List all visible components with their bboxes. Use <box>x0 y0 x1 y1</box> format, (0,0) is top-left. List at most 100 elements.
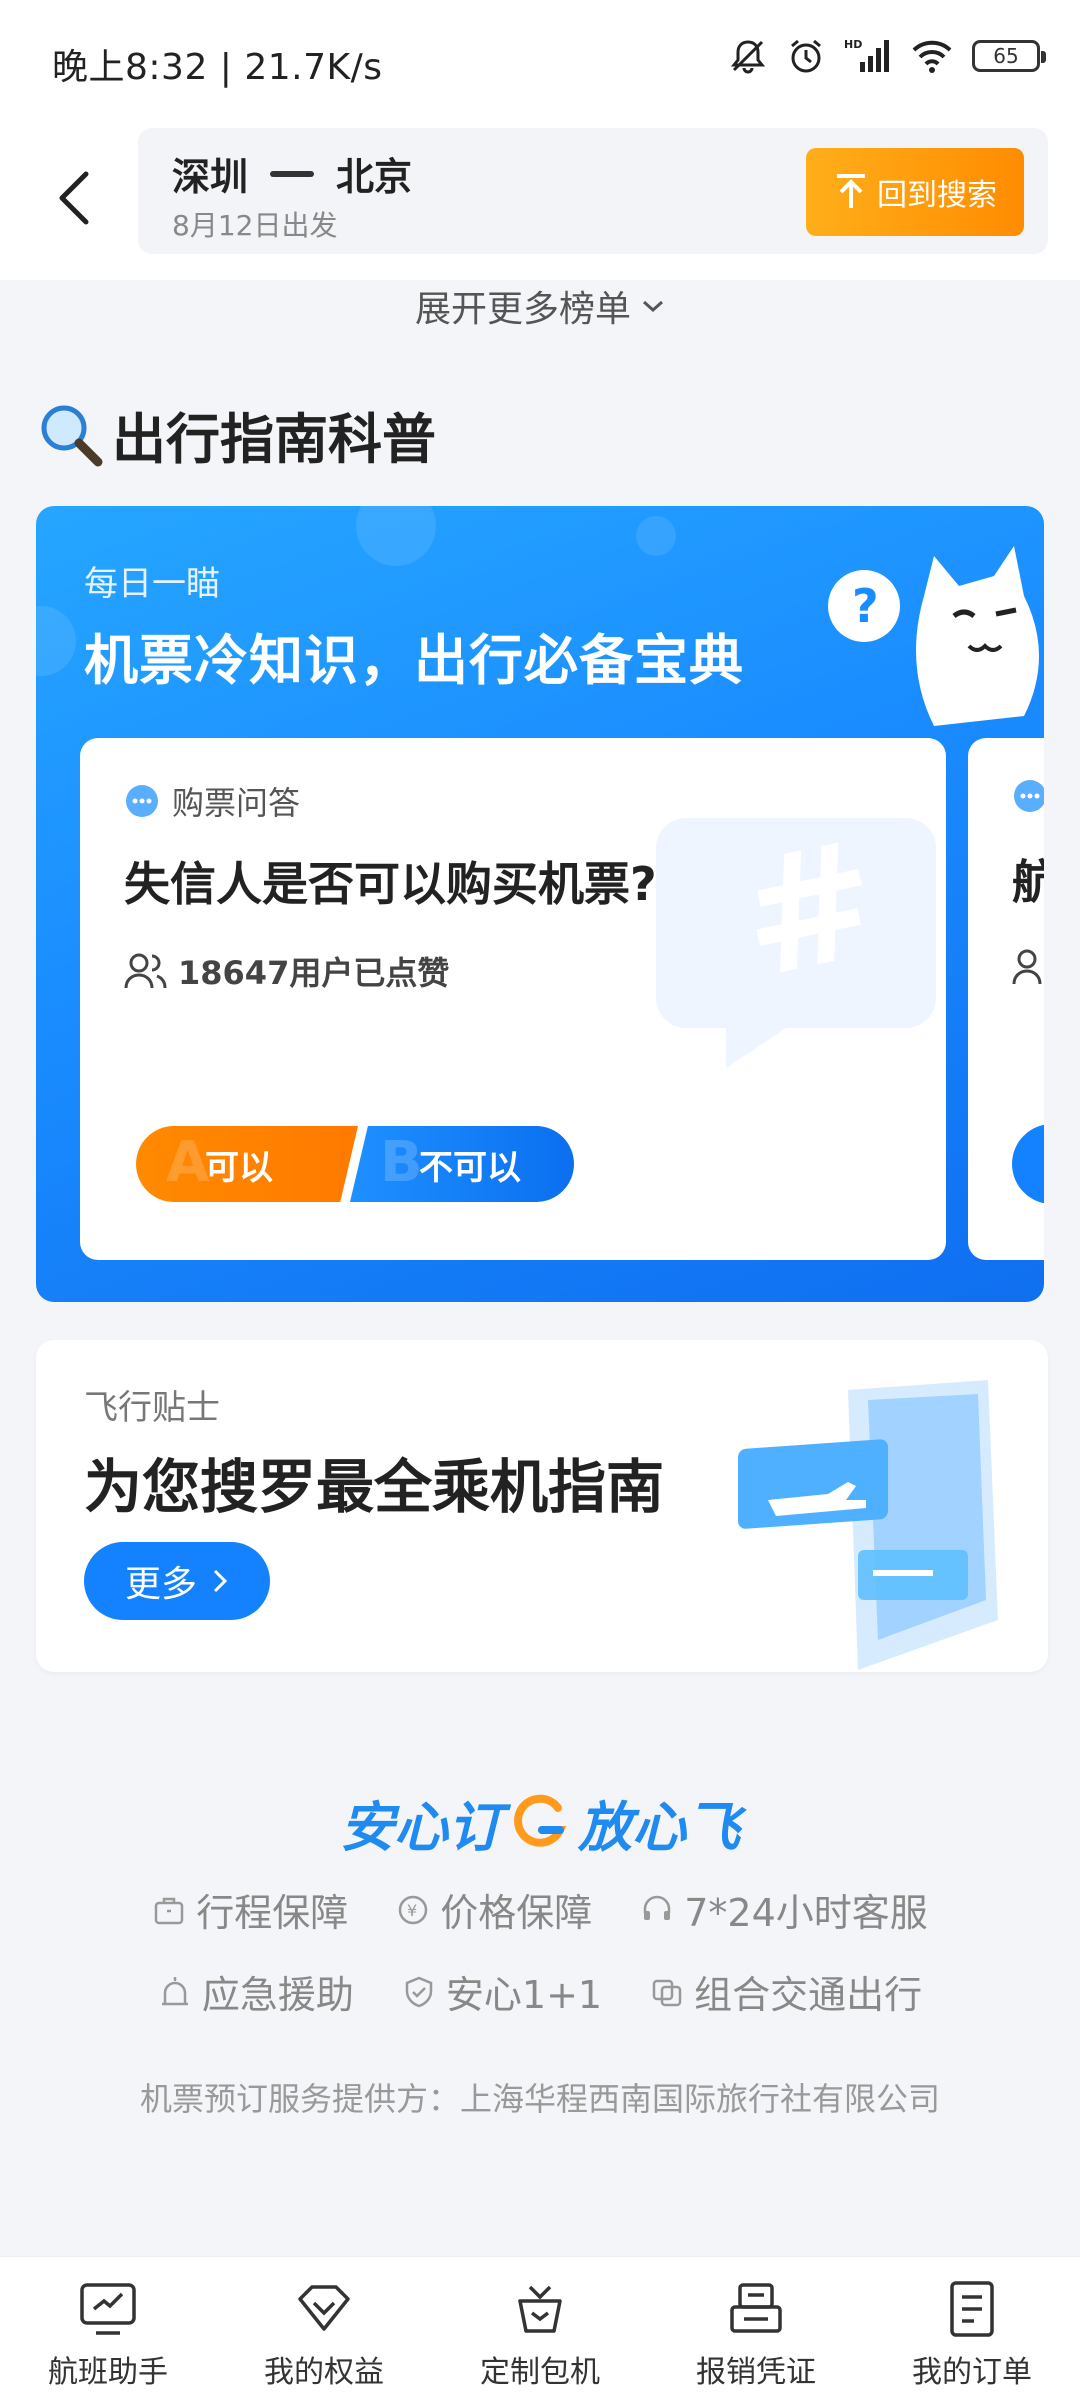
from-city: 深圳 <box>172 155 249 199</box>
answer-no-button[interactable]: B 不可以 <box>350 1126 574 1202</box>
users-icon <box>124 953 167 989</box>
answer-button-next[interactable] <box>1012 1124 1044 1204</box>
shield-check-icon <box>405 1976 433 2007</box>
assurance-item: 组合交通出行 <box>650 1964 922 2019</box>
charter-icon <box>518 2285 562 2333</box>
assurance-row-2: 应急援助 安心1+1 组合交通出行 <box>0 1964 1080 2019</box>
assurance-item: 安心1+1 <box>402 1964 602 2019</box>
back-to-search-button[interactable]: 回到搜索 <box>806 148 1024 236</box>
answer-no-label: 不可以 <box>419 1147 521 1188</box>
letter-b: B <box>380 1130 423 1195</box>
letter-a: A <box>166 1130 210 1195</box>
expand-more-lists[interactable]: 展开更多榜单 <box>0 278 1080 334</box>
nav-label: 航班助手 <box>48 2355 168 2390</box>
qa-tag-label: 购票问答 <box>172 784 301 822</box>
tips-subtitle: 飞行贴士 <box>84 1388 220 1428</box>
nav-label: 我的权益 <box>264 2355 384 2390</box>
signal-icon: HD <box>844 36 892 76</box>
answer-yes-label: 可以 <box>205 1147 273 1188</box>
briefcase-icon <box>154 1897 184 1924</box>
headset-icon <box>644 1895 671 1920</box>
tips-title: 为您搜罗最全乘机指南 <box>84 1453 665 1521</box>
boarding-guide-illustration-icon <box>738 1380 998 1670</box>
assurance-item: ¥ 价格保障 <box>396 1882 592 1937</box>
expand-more-label: 展开更多榜单 <box>414 289 631 330</box>
mute-bell-icon <box>728 36 768 76</box>
chevron-down-icon <box>643 300 663 313</box>
decor-bubble <box>36 606 76 676</box>
qa-card[interactable]: # 购票问答 失信人是否可以购买机票? 18647用户已点赞 A 可以 B 不可… <box>80 738 946 1260</box>
arrow-up-icon <box>837 174 865 208</box>
chat-bubble-icon <box>126 785 158 817</box>
svg-text:¥: ¥ <box>407 1901 417 1920</box>
combo-transport-icon <box>652 1979 682 2006</box>
nav-label: 定制包机 <box>480 2355 600 2390</box>
qa-card-next[interactable]: 航 <box>968 738 1044 1260</box>
cat-mascot-icon: ? <box>828 546 1039 726</box>
assurance-item-label: 组合交通出行 <box>694 1973 923 2017</box>
nav-my-orders[interactable]: 我的订单 <box>872 2279 1072 2391</box>
qa-question: 失信人是否可以购买机票? <box>124 857 657 911</box>
assurance-item-label: 应急援助 <box>201 1973 354 2017</box>
nav-charter[interactable]: 定制包机 <box>440 2279 640 2391</box>
brand-swirl-icon <box>514 1794 567 1847</box>
route-title: 深圳 北京 <box>172 146 412 201</box>
route-summary[interactable]: 深圳 北京 8月12日出发 回到搜索 <box>138 128 1048 254</box>
chevron-right-icon <box>213 1569 228 1593</box>
order-list-icon <box>950 2281 994 2337</box>
alarm-light-icon <box>161 1976 188 2005</box>
section-title: 出行指南科普 <box>36 394 436 474</box>
back-button[interactable] <box>44 158 104 238</box>
qa-question-next: 航 <box>1012 855 1044 909</box>
search-header: 深圳 北京 8月12日出发 回到搜索 <box>0 120 1080 280</box>
flight-tips-card[interactable]: 飞行贴士 为您搜罗最全乘机指南 更多 <box>36 1340 1048 1672</box>
assurance-logo-left: 安心订 <box>340 1795 502 1859</box>
qa-likes: 18647用户已点赞 <box>124 948 449 994</box>
back-to-search-label: 回到搜索 <box>877 178 997 213</box>
assurance-item-label: 安心1+1 <box>445 1973 603 2017</box>
section-title-text: 出行指南科普 <box>112 407 436 471</box>
yen-coin-icon: ¥ <box>398 1895 428 1924</box>
departure-date: 8月12日出发 <box>172 209 338 242</box>
daily-knowledge-banner: 每日一瞄 机票冷知识，出行必备宝典 ? # 购票问答 失信人是否可以购买机票? … <box>36 506 1044 1302</box>
qa-tag: 购票问答 <box>124 778 300 824</box>
assurance-logo: 安心订 放心飞 <box>0 1784 1080 1860</box>
assurance-item: 应急援助 <box>158 1964 354 2019</box>
nav-flight-assistant[interactable]: 航班助手 <box>8 2279 208 2391</box>
chevron-left-icon <box>59 171 89 225</box>
users-icon <box>1012 949 1042 985</box>
assurance-item-label: 行程保障 <box>196 1891 349 1935</box>
assurance-row-1: 行程保障 ¥ 价格保障 7*24小时客服 <box>0 1882 1080 1937</box>
battery-icon: 65 <box>972 40 1046 72</box>
chat-bubble-icon <box>1014 780 1044 812</box>
qa-likes-count: 18647用户已点赞 <box>178 954 450 992</box>
diamond-icon <box>298 2285 350 2331</box>
nav-reimbursement[interactable]: 报销凭证 <box>656 2279 856 2391</box>
banner-title: 机票冷知识，出行必备宝典 <box>84 629 744 692</box>
assurance-item-label: 7*24小时客服 <box>684 1891 928 1935</box>
decor-bubble <box>636 516 676 556</box>
wifi-icon <box>910 36 954 76</box>
route-arrow-icon <box>270 170 315 177</box>
more-button[interactable]: 更多 <box>84 1542 270 1620</box>
status-icons: HD 65 <box>728 34 1046 78</box>
magnifier-icon <box>41 405 103 467</box>
nav-label: 我的订单 <box>912 2355 1032 2390</box>
svg-text:HD: HD <box>844 38 862 51</box>
decor-bubble <box>356 506 436 566</box>
nav-my-benefits[interactable]: 我的权益 <box>224 2279 424 2391</box>
answer-yes-button[interactable]: A 可以 <box>136 1126 358 1202</box>
banner-subtitle: 每日一瞄 <box>84 564 220 604</box>
hashtag-watermark-icon: # <box>656 804 936 1068</box>
service-provider: 机票预订服务提供方：上海华程西南国际旅行社有限公司 <box>139 2080 940 2118</box>
svg-text:?: ? <box>852 579 879 633</box>
status-bar: 晚上8:32 | 21.7K/s HD 65 <box>0 0 1080 120</box>
to-city: 北京 <box>336 155 413 199</box>
more-label: 更多 <box>124 1564 197 1605</box>
assurance-item: 7*24小时客服 <box>640 1882 928 1937</box>
bottom-nav: 航班助手 我的权益 定制包机 报销凭证 我的订单 <box>0 2256 1080 2400</box>
assurance-item: 行程保障 <box>152 1882 348 1937</box>
flight-assistant-icon <box>80 2283 136 2335</box>
status-time: 晚上8:32 | 21.7K/s <box>52 47 383 88</box>
assurance-item-label: 价格保障 <box>440 1891 593 1935</box>
